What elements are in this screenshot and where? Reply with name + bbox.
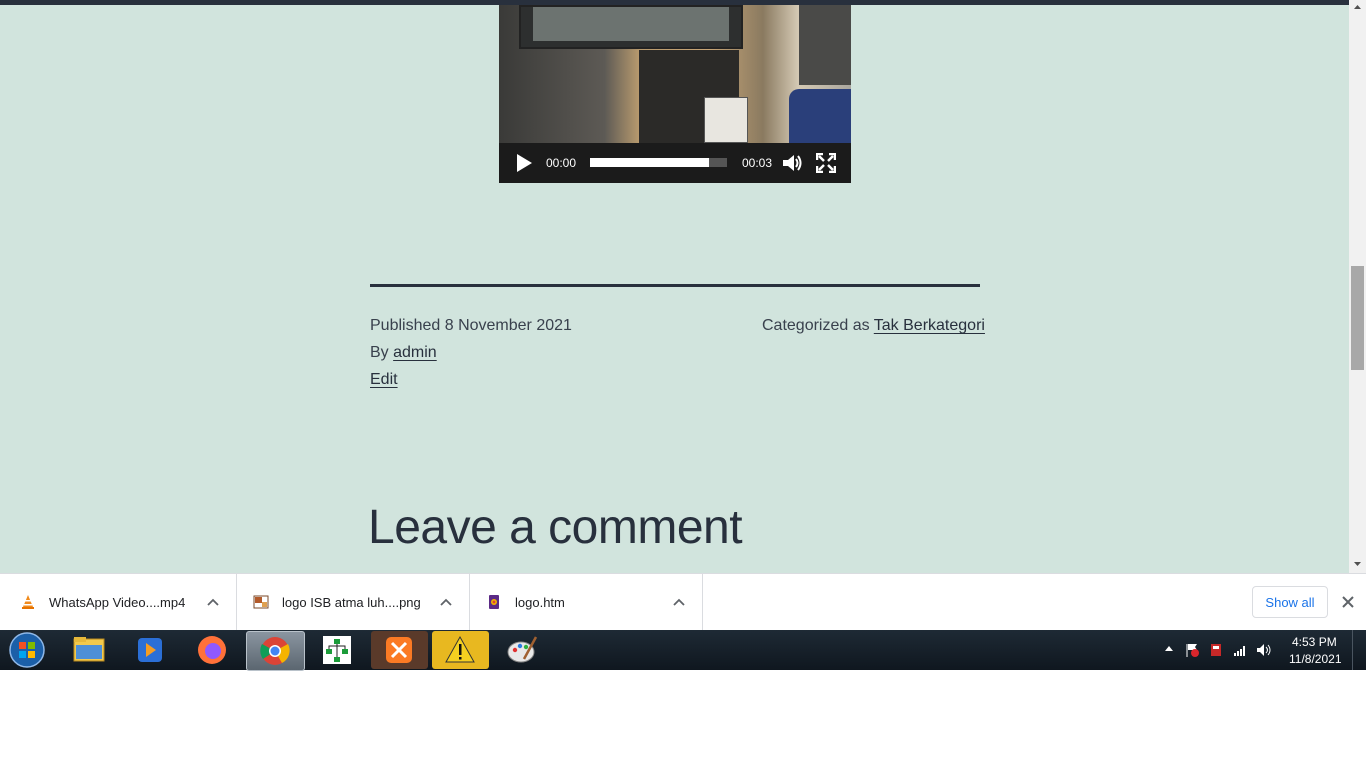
video-chair-shape: [799, 5, 851, 85]
page-scrollbar[interactable]: [1349, 0, 1366, 573]
chevron-up-icon[interactable]: [205, 594, 221, 610]
video-sticker-shape: [704, 97, 748, 143]
published-label: Published: [370, 317, 441, 334]
download-item[interactable]: logo ISB atma luh....png: [237, 574, 470, 631]
taskbar-paint[interactable]: [494, 631, 551, 669]
post-author: By admin: [370, 344, 437, 362]
network-signal-icon[interactable]: [1232, 642, 1248, 658]
post-published: Published 8 November 2021: [370, 317, 572, 335]
download-filename: logo.htm: [515, 595, 565, 610]
video-blue-shape: [789, 89, 851, 143]
taskbar-explorer[interactable]: [60, 631, 117, 669]
video-player[interactable]: 00:00 00:03: [499, 5, 851, 183]
taskbar-chrome[interactable]: [246, 631, 305, 671]
clock-date[interactable]: 11/8/2021: [1289, 652, 1342, 666]
published-date: 8 November 2021: [444, 317, 572, 334]
action-center-flag-icon[interactable]: [1184, 642, 1200, 658]
windows-taskbar: 4:53 PM 11/8/2021: [0, 630, 1366, 671]
video-monitor-shape: [519, 5, 743, 49]
category-link[interactable]: Tak Berkategori: [874, 317, 985, 334]
taskbar-xampp[interactable]: [371, 631, 428, 669]
video-progress-bar[interactable]: [590, 158, 727, 167]
download-item[interactable]: logo.htm: [470, 574, 703, 631]
show-all-button[interactable]: Show all: [1252, 586, 1328, 618]
close-icon[interactable]: [1339, 593, 1357, 611]
chevron-up-icon[interactable]: [671, 594, 687, 610]
page-viewport: 00:00 00:03 Published 8 November 2021 By…: [0, 0, 1349, 573]
volume-tray-icon[interactable]: [1256, 642, 1272, 658]
firefox-icon: [198, 636, 226, 664]
video-total-time: 00:03: [742, 156, 773, 170]
image-file-icon: [253, 595, 269, 609]
post-edit: Edit: [370, 371, 398, 389]
scroll-up-arrow-icon[interactable]: [1349, 0, 1366, 14]
vlc-cone-icon: [22, 595, 34, 609]
download-filename: logo ISB atma luh....png: [282, 595, 421, 610]
edit-link[interactable]: Edit: [370, 371, 398, 388]
video-progress-fill: [590, 158, 710, 167]
taskbar-media-player[interactable]: [122, 631, 179, 669]
windows-start-icon[interactable]: [5, 631, 49, 669]
post-separator: [370, 284, 980, 287]
show-hidden-icons-icon[interactable]: [1164, 644, 1174, 654]
author-link[interactable]: admin: [393, 344, 437, 361]
security-app-icon[interactable]: [1208, 642, 1224, 658]
network-diagram-icon: [323, 636, 351, 664]
play-icon[interactable]: [515, 154, 533, 172]
chevron-up-icon[interactable]: [438, 594, 454, 610]
clock-time[interactable]: 4:53 PM: [1292, 635, 1337, 649]
video-frame[interactable]: [499, 5, 851, 143]
folder-icon: [73, 637, 105, 662]
paint-palette-icon: [507, 636, 538, 663]
scroll-down-arrow-icon[interactable]: [1349, 557, 1366, 571]
html-file-icon: [489, 595, 499, 609]
video-current-time: 00:00: [546, 156, 577, 170]
scroll-thumb[interactable]: [1351, 266, 1364, 370]
download-filename: WhatsApp Video....mp4: [49, 595, 186, 610]
volume-icon[interactable]: [783, 154, 803, 172]
comment-heading: Leave a comment: [368, 501, 743, 554]
video-controls: 00:00 00:03: [499, 143, 851, 183]
taskbar-network-app[interactable]: [309, 631, 366, 669]
category-label: Categorized as: [762, 317, 870, 334]
xampp-icon: [386, 637, 412, 663]
media-player-icon: [138, 638, 162, 662]
show-desktop-button[interactable]: [1352, 630, 1366, 670]
fullscreen-icon[interactable]: [816, 153, 836, 173]
taskbar-firefox[interactable]: [184, 631, 241, 669]
chrome-icon: [260, 637, 290, 665]
video-monitor-screen: [533, 7, 729, 41]
by-label: By: [370, 344, 389, 361]
warning-icon: [445, 635, 475, 663]
download-item[interactable]: WhatsApp Video....mp4: [0, 574, 237, 631]
post-category: Categorized as Tak Berkategori: [762, 317, 985, 335]
taskbar-warning-app[interactable]: [432, 631, 489, 669]
download-shelf: WhatsApp Video....mp4 logo ISB atma luh.…: [0, 573, 1366, 631]
